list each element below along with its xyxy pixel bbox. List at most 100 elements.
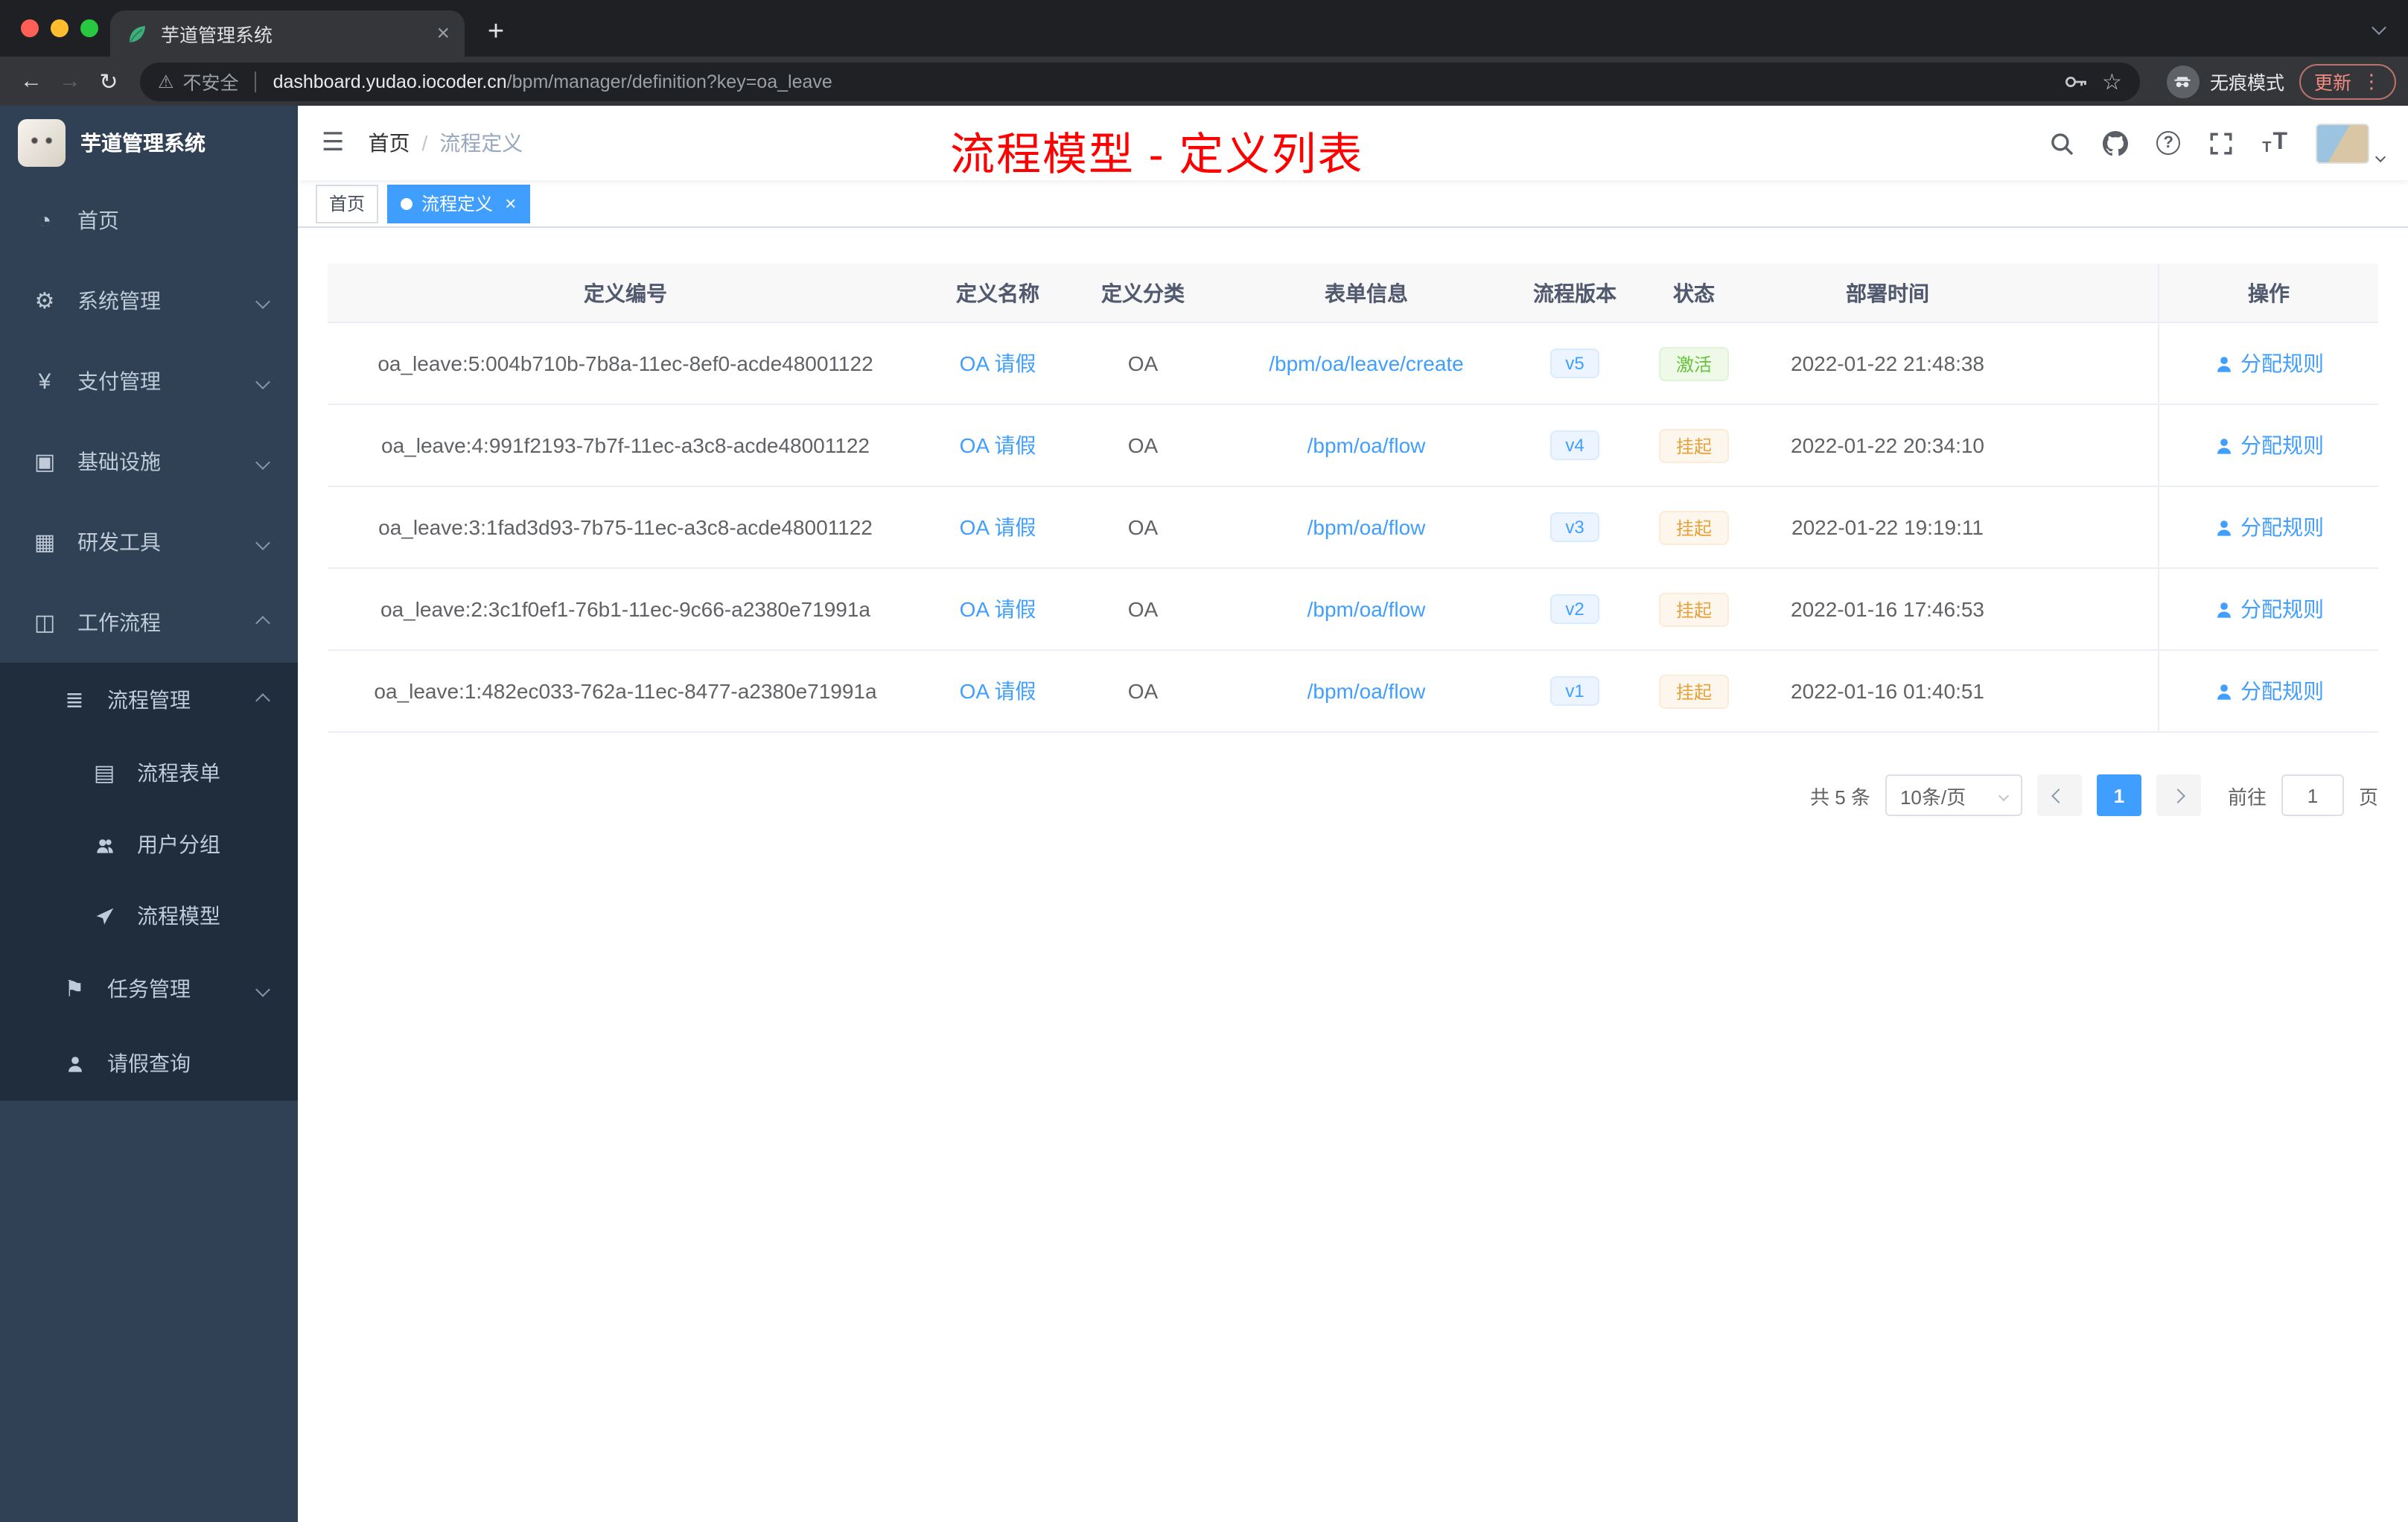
sidebar-item-system-mgmt[interactable]: ⚙ 系统管理 — [0, 261, 298, 341]
chevron-down-icon — [255, 454, 270, 469]
main-area: ☰ 首页 / 流程定义 流程模型 - 定义列表 ? TT 首页 流程定义 × 定… — [298, 106, 2408, 1522]
list-icon: ≣ — [65, 688, 84, 713]
person-icon — [2214, 681, 2233, 701]
goto-unit: 页 — [2358, 786, 2378, 808]
form-link[interactable]: /bpm/oa/flow — [1307, 433, 1426, 457]
update-browser-button[interactable]: 更新 ⋮ — [2299, 63, 2396, 99]
table-row: oa_leave:5:004b710b-7b8a-11ec-8ef0-acde4… — [328, 323, 2378, 405]
sidebar-item-dev-tools[interactable]: ▦ 研发工具 — [0, 502, 298, 582]
back-button[interactable]: ← — [12, 62, 51, 101]
definition-name-link[interactable]: OA 请假 — [960, 597, 1036, 621]
tab-close-icon[interactable]: × — [436, 22, 450, 45]
chevron-down-icon — [255, 293, 270, 308]
sidebar-item-user-group[interactable]: 用户分组 — [0, 809, 298, 880]
form-link[interactable]: /bpm/oa/flow — [1307, 597, 1426, 621]
divider — [255, 71, 257, 92]
definition-name-link[interactable]: OA 请假 — [960, 351, 1036, 375]
chevron-right-icon — [2171, 788, 2186, 803]
key-icon[interactable] — [2063, 69, 2087, 93]
status-badge: 激活 — [1659, 346, 1728, 380]
assign-rule-link[interactable]: 分配规则 — [2214, 430, 2324, 460]
chevron-down-icon — [255, 535, 270, 550]
person-icon — [2214, 436, 2233, 455]
font-size-icon[interactable]: TT — [2262, 130, 2287, 156]
next-page-button[interactable] — [2156, 774, 2201, 816]
minimize-window-button[interactable] — [51, 19, 69, 37]
breadcrumb: 首页 / 流程定义 — [369, 128, 523, 158]
col-definition-category: 定义分类 — [1101, 281, 1185, 305]
address-bar[interactable]: ⚠ 不安全 dashboard.yudao.iocoder.cn/bpm/man… — [140, 62, 2140, 101]
tag-home[interactable]: 首页 — [316, 184, 379, 223]
sidebar-item-process-form[interactable]: ▤ 流程表单 — [0, 737, 298, 809]
assign-rule-link[interactable]: 分配规则 — [2214, 676, 2324, 706]
assign-rule-link[interactable]: 分配规则 — [2214, 512, 2324, 542]
form-link[interactable]: /bpm/oa/flow — [1307, 679, 1426, 703]
chevron-down-icon — [1998, 789, 2010, 801]
cell-definition-id: oa_leave:1:482ec033-762a-11ec-8477-a2380… — [374, 679, 877, 703]
sidebar-item-workflow[interactable]: ◫ 工作流程 — [0, 582, 298, 663]
sidebar-item-home[interactable]: ◔ 首页 — [0, 180, 298, 261]
sidebar-item-process-mgmt[interactable]: ≣ 流程管理 — [0, 663, 298, 737]
browser-tab-strip: 芋道管理系统 × + — [0, 0, 2408, 57]
assign-rule-link[interactable]: 分配规则 — [2214, 348, 2324, 378]
app-window: 芋道管理系统 ◔ 首页 ⚙ 系统管理 ¥ 支付管理 ▣ 基础设施 ▦ 研发工具 … — [0, 106, 2408, 1522]
gear-icon: ⚙ — [34, 289, 55, 314]
page-content: 定义编号 定义名称 定义分类 表单信息 流程版本 状态 部署时间 操作 oa_l… — [298, 228, 2408, 1522]
cell-deploy-time: 2022-01-22 20:34:10 — [1791, 433, 1984, 457]
incognito-icon — [2166, 65, 2200, 98]
person-icon — [60, 1054, 89, 1073]
pagination: 共 5 条 10条/页 1 前往 页 — [328, 774, 2378, 816]
tab-search-chevron-icon[interactable] — [2372, 20, 2386, 35]
sidebar-item-process-model[interactable]: 流程模型 — [0, 880, 298, 952]
chevron-up-icon — [255, 692, 270, 707]
col-process-version: 流程版本 — [1533, 281, 1617, 305]
incognito-label: 无痕模式 — [2209, 73, 2284, 94]
table-header: 定义编号 定义名称 定义分类 表单信息 流程版本 状态 部署时间 操作 — [328, 264, 2378, 323]
sidebar: 芋道管理系统 ◔ 首页 ⚙ 系统管理 ¥ 支付管理 ▣ 基础设施 ▦ 研发工具 … — [0, 106, 298, 1522]
definition-name-link[interactable]: OA 请假 — [960, 433, 1036, 457]
tag-process-definition[interactable]: 流程定义 × — [387, 184, 530, 223]
reload-button[interactable]: ↻ — [89, 62, 128, 101]
assign-rule-link[interactable]: 分配规则 — [2214, 594, 2324, 624]
user-avatar[interactable] — [2316, 123, 2386, 163]
sidebar-item-leave-query[interactable]: 请假查询 — [0, 1026, 298, 1101]
security-label: 不安全 — [182, 73, 239, 94]
sidebar-item-infrastructure[interactable]: ▣ 基础设施 — [0, 421, 298, 502]
annotation-text: 流程模型 - 定义列表 — [950, 131, 1364, 180]
cell-category: OA — [1127, 597, 1159, 621]
brand-logo-avatar — [18, 119, 66, 167]
new-tab-button[interactable]: + — [477, 13, 515, 52]
browser-tab[interactable]: 芋道管理系统 × — [110, 10, 465, 57]
browser-menu-icon[interactable]: ⋮ — [2362, 69, 2381, 93]
active-dot-icon — [401, 197, 413, 209]
version-badge: v1 — [1550, 676, 1599, 706]
breadcrumb-current: 流程定义 — [439, 131, 523, 155]
fullscreen-icon[interactable] — [2208, 130, 2234, 156]
close-window-button[interactable] — [21, 19, 39, 37]
chevron-left-icon — [2052, 788, 2067, 803]
sidebar-collapse-button[interactable]: ☰ — [322, 128, 345, 158]
person-icon — [2214, 518, 2233, 537]
page-size-select[interactable]: 10条/页 — [1885, 774, 2022, 816]
tag-close-icon[interactable]: × — [505, 194, 516, 213]
sidebar-item-task-mgmt[interactable]: ⚑ 任务管理 — [0, 952, 298, 1026]
definition-name-link[interactable]: OA 请假 — [960, 679, 1036, 703]
page-1-button[interactable]: 1 — [2096, 774, 2141, 816]
cell-category: OA — [1127, 351, 1159, 375]
form-link[interactable]: /bpm/oa/leave/create — [1269, 351, 1464, 375]
person-icon — [2214, 354, 2233, 373]
briefcase-icon: ◫ — [34, 611, 56, 636]
definition-name-link[interactable]: OA 请假 — [960, 515, 1036, 539]
prev-page-button[interactable] — [2036, 774, 2082, 816]
bookmark-star-icon[interactable]: ☆ — [2102, 68, 2122, 95]
help-icon[interactable]: ? — [2156, 131, 2181, 155]
zoom-window-button[interactable] — [80, 19, 98, 37]
form-link[interactable]: /bpm/oa/flow — [1307, 515, 1426, 539]
search-icon[interactable] — [2049, 130, 2074, 156]
goto-page-input[interactable] — [2281, 774, 2344, 816]
github-icon[interactable] — [2103, 130, 2128, 156]
forward-button[interactable]: → — [51, 62, 89, 101]
breadcrumb-home[interactable]: 首页 — [369, 128, 410, 158]
cell-definition-id: oa_leave:4:991f2193-7b7f-11ec-a3c8-acde4… — [381, 433, 870, 457]
sidebar-item-payment-mgmt[interactable]: ¥ 支付管理 — [0, 341, 298, 421]
